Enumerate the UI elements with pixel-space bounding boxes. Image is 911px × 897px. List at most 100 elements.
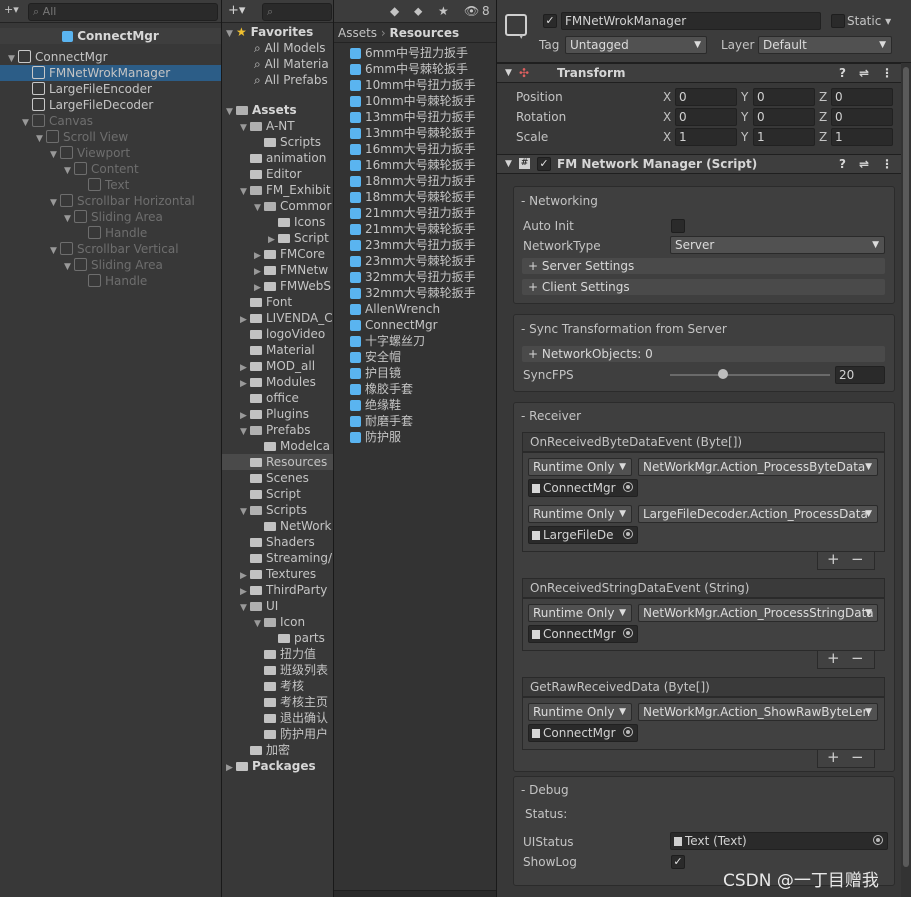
add-asset-button[interactable]: +▾ — [228, 3, 245, 18]
target-object-field[interactable]: ConnectMgr — [528, 724, 638, 742]
client-settings-foldout[interactable]: + Client Settings — [522, 279, 885, 295]
layer-dropdown[interactable]: Default ▼ — [758, 36, 892, 54]
hierarchy-item[interactable]: Handle — [0, 225, 221, 241]
hierarchy-item[interactable]: Handle — [0, 273, 221, 289]
sync-fps-slider-thumb[interactable] — [717, 369, 728, 379]
asset-item[interactable]: 10mm中号扭力扳手 — [350, 77, 476, 93]
project-folder[interactable]: Icons — [222, 214, 333, 230]
project-folder[interactable]: 扭力值 — [222, 646, 333, 662]
favorites-item[interactable]: ⌕ All Materia — [222, 56, 333, 72]
hierarchy-item[interactable]: ▼ Scrollbar Vertical — [0, 241, 221, 257]
runtime-mode-dropdown[interactable]: Runtime Only ▼ — [528, 604, 632, 622]
project-folder[interactable]: logoVideo — [222, 326, 333, 342]
runtime-mode-dropdown[interactable]: Runtime Only ▼ — [528, 505, 632, 523]
asset-item[interactable]: 23mm大号棘轮扳手 — [350, 253, 476, 269]
asset-item[interactable]: 护目镜 — [350, 365, 401, 381]
asset-item[interactable]: 18mm大号棘轮扳手 — [350, 189, 476, 205]
runtime-mode-dropdown[interactable]: Runtime Only ▼ — [528, 458, 632, 476]
asset-item[interactable]: 10mm中号棘轮扳手 — [350, 93, 476, 109]
axis-label-y[interactable]: Y — [741, 90, 748, 104]
breadcrumb-assets[interactable]: Assets — [338, 26, 377, 40]
project-folder[interactable]: animation — [222, 150, 333, 166]
networking-header[interactable]: - Networking — [521, 194, 598, 208]
asset-item[interactable]: 13mm中号扭力扳手 — [350, 109, 476, 125]
script-component-header[interactable]: ▼ # ✓ FM Network Manager (Script) ? ⇌ ⋮ — [497, 154, 911, 174]
hierarchy-item[interactable]: ▼ Sliding Area — [0, 257, 221, 273]
hierarchy-item[interactable]: ▼ Canvas — [0, 113, 221, 129]
asset-item[interactable]: 6mm中号棘轮扳手 — [350, 61, 468, 77]
active-checkbox[interactable]: ✓ — [543, 14, 557, 28]
more-icon[interactable]: ⋮ — [881, 64, 893, 82]
asset-item[interactable]: 6mm中号扭力扳手 — [350, 45, 468, 61]
hidden-packages-icon[interactable]: 👁 — [464, 4, 479, 18]
project-folder[interactable]: ▶ LIVENDA_C — [222, 310, 333, 326]
project-folder[interactable]: ▼ FM_Exhibit — [222, 182, 333, 198]
object-picker-icon[interactable] — [623, 482, 633, 492]
project-folder[interactable]: ▶ FMCore — [222, 246, 333, 262]
project-folder[interactable]: ▶ Textures — [222, 566, 333, 582]
asset-item[interactable]: 32mm大号棘轮扳手 — [350, 285, 476, 301]
ui-status-field[interactable]: Text (Text) — [670, 832, 888, 850]
favorite-icon[interactable]: ★ — [438, 4, 449, 18]
asset-item[interactable]: 32mm大号扭力扳手 — [350, 269, 476, 285]
help-icon[interactable]: ? — [839, 64, 846, 82]
project-folder[interactable]: ▼ Assets — [222, 102, 333, 118]
project-folder[interactable]: ▶ ThirdParty — [222, 582, 333, 598]
add-listener-button[interactable]: + — [827, 550, 840, 568]
project-folder[interactable]: ▶ Plugins — [222, 406, 333, 422]
project-folder[interactable]: ▼ Commor — [222, 198, 333, 214]
static-dropdown[interactable]: Static ▾ — [847, 14, 891, 28]
project-folder[interactable]: Scenes — [222, 470, 333, 486]
transform-x-input[interactable]: 0 — [675, 88, 737, 106]
expand-arrow-icon[interactable]: ▶ — [226, 760, 236, 776]
project-folder[interactable]: ▶ FMWebS — [222, 278, 333, 294]
project-folder[interactable]: ▶ Script — [222, 230, 333, 246]
asset-item[interactable]: 21mm大号扭力扳手 — [350, 205, 476, 221]
axis-label-z[interactable]: Z — [819, 130, 827, 144]
script-enabled-checkbox[interactable]: ✓ — [537, 157, 551, 171]
project-folder[interactable]: Font — [222, 294, 333, 310]
add-icon[interactable]: +▾ — [4, 3, 19, 16]
add-listener-button[interactable]: + — [827, 649, 840, 667]
asset-item[interactable]: 橡胶手套 — [350, 381, 413, 397]
project-folder[interactable]: 考核 — [222, 678, 333, 694]
transform-y-input[interactable]: 0 — [753, 108, 815, 126]
function-dropdown[interactable]: NetWorkMgr.Action_ProcessStringData ▼ — [638, 604, 878, 622]
project-folder[interactable]: ▼ Icon — [222, 614, 333, 630]
hierarchy-item[interactable]: LargeFileEncoder — [0, 81, 221, 97]
add-listener-button[interactable]: + — [827, 748, 840, 766]
axis-label-z[interactable]: Z — [819, 110, 827, 124]
hierarchy-item[interactable]: ▼ Sliding Area — [0, 209, 221, 225]
foldout-arrow-icon[interactable]: ▼ — [505, 155, 512, 173]
project-folder[interactable]: ▼ A-NT — [222, 118, 333, 134]
object-picker-icon[interactable] — [623, 628, 633, 638]
asset-item[interactable]: 绝缘鞋 — [350, 397, 401, 413]
more-icon[interactable]: ⋮ — [881, 155, 893, 173]
hierarchy-item[interactable]: ▼ Scrollbar Horizontal — [0, 193, 221, 209]
project-folder[interactable]: 防护用户 — [222, 726, 333, 742]
asset-item[interactable]: 13mm中号棘轮扳手 — [350, 125, 476, 141]
project-folder[interactable]: 加密 — [222, 742, 333, 758]
project-folder[interactable]: Modelca — [222, 438, 333, 454]
asset-item[interactable]: 十字螺丝刀 — [350, 333, 425, 349]
project-folder[interactable]: 班级列表 — [222, 662, 333, 678]
project-folder[interactable]: Script — [222, 486, 333, 502]
project-folder[interactable]: office — [222, 390, 333, 406]
project-folder[interactable]: 退出确认 — [222, 710, 333, 726]
project-folder[interactable]: Scripts — [222, 134, 333, 150]
project-folder[interactable]: 考核主页 — [222, 694, 333, 710]
asset-item[interactable]: AllenWrench — [350, 301, 440, 317]
chevron-down-icon[interactable]: ▾ — [519, 32, 524, 42]
transform-y-input[interactable]: 1 — [753, 128, 815, 146]
inspector-scrollbar[interactable] — [901, 63, 911, 897]
function-dropdown[interactable]: LargeFileDecoder.Action_ProcessData ▼ — [638, 505, 878, 523]
asset-item[interactable]: 23mm大号扭力扳手 — [350, 237, 476, 253]
project-folder[interactable]: ▶ Packages — [222, 758, 333, 774]
transform-x-input[interactable]: 1 — [675, 128, 737, 146]
project-folder[interactable]: ▼ UI — [222, 598, 333, 614]
scrollbar-thumb[interactable] — [903, 67, 909, 867]
help-icon[interactable]: ? — [839, 155, 846, 173]
project-folder[interactable]: Material — [222, 342, 333, 358]
axis-label-z[interactable]: Z — [819, 90, 827, 104]
hierarchy-item[interactable]: ▼ ConnectMgr — [0, 49, 221, 65]
